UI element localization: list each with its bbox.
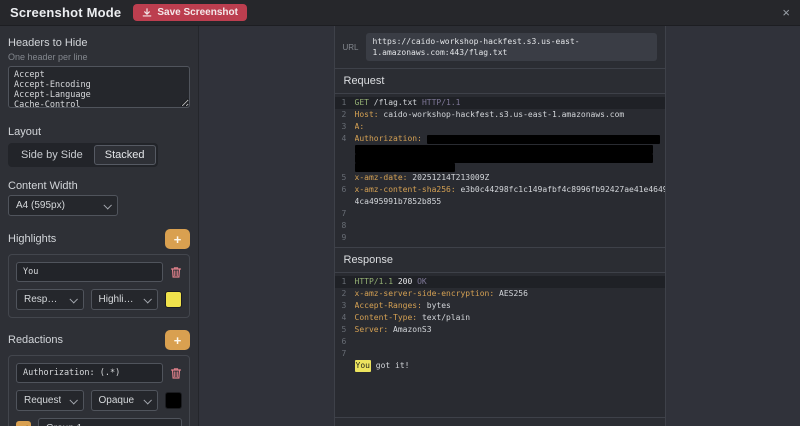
redaction-group-select[interactable]: Group 1 [38, 418, 182, 426]
content-area: Headers to Hide One header per line Acce… [0, 26, 800, 426]
request-line: 5 x-amz-date: 20251214T213009Z [335, 172, 665, 184]
url-row: URL https://caido-workshop-hackfest.s3.u… [335, 26, 665, 68]
highlight-style-value: Highlight [99, 294, 137, 305]
highlight-color-swatch[interactable] [165, 291, 182, 308]
screenshot-preview-area: URL https://caido-workshop-hackfest.s3.u… [199, 26, 800, 426]
url-value: https://caido-workshop-hackfest.s3.us-ea… [366, 33, 657, 61]
response-body-line: You got it! [335, 360, 665, 372]
page-title: Screenshot Mode [10, 5, 121, 20]
topbar: Screenshot Mode Save Screenshot × [0, 0, 800, 26]
delete-redaction-icon[interactable] [170, 367, 182, 380]
redaction-style-select[interactable]: Opaque [91, 390, 159, 411]
redactions-header: Redactions + [8, 330, 190, 350]
request-line: 4 Authorization: [335, 133, 665, 145]
chevron-down-icon [103, 201, 111, 209]
headers-to-hide-label: Headers to Hide [8, 37, 190, 49]
highlight-pattern-input[interactable] [16, 262, 163, 282]
request-line-wrap: 4ca495991b7852b855 [335, 196, 665, 208]
request-editor[interactable]: 1 GET /flag.txt HTTP/1.1 2 Host: caido-w… [335, 94, 665, 247]
chevron-down-icon [69, 295, 77, 303]
response-line: 5 Server: AmazonS3 [335, 324, 665, 336]
highlighted-match: You [355, 360, 371, 372]
redacted-bar [355, 145, 653, 154]
save-screenshot-button[interactable]: Save Screenshot [133, 4, 247, 21]
highlight-scope-select[interactable]: Response [16, 289, 84, 310]
content-width-select[interactable]: A4 (595px) [8, 195, 118, 216]
request-line: 8 [335, 220, 665, 232]
settings-sidebar: Headers to Hide One header per line Acce… [0, 26, 199, 426]
content-width-label: Content Width [8, 180, 190, 192]
highlights-header: Highlights + [8, 229, 190, 249]
headers-to-hide-textarea[interactable]: Accept Accept-Encoding Accept-Language C… [8, 66, 190, 108]
highlights-label: Highlights [8, 233, 56, 245]
response-line: 1 HTTP/1.1 200 OK [335, 276, 665, 288]
request-line-redacted [335, 163, 665, 172]
request-section-title: Request [335, 68, 665, 94]
request-line: 6 x-amz-content-sha256: e3b0c44298fc1c14… [335, 184, 665, 196]
redaction-pattern-input[interactable] [16, 363, 163, 383]
screenshot-document: URL https://caido-workshop-hackfest.s3.u… [334, 26, 666, 426]
response-line: 2 x-amz-server-side-encryption: AES256 [335, 288, 665, 300]
layout-option-stacked[interactable]: Stacked [94, 145, 156, 165]
request-line: 7 [335, 208, 665, 220]
highlight-scope-value: Response [24, 294, 62, 305]
request-line-redacted [335, 154, 665, 163]
request-line-redacted [335, 145, 665, 154]
redaction-scope-select[interactable]: Request [16, 390, 84, 411]
add-highlight-button[interactable]: + [165, 229, 190, 249]
close-icon[interactable]: × [782, 6, 790, 19]
chevron-down-icon [69, 396, 77, 404]
response-line: 7 [335, 348, 665, 360]
redacted-bar [355, 163, 455, 172]
layout-option-side-by-side[interactable]: Side by Side [10, 145, 94, 165]
chevron-down-icon [143, 396, 151, 404]
redaction-scope-value: Request [24, 395, 61, 406]
request-line: 1 GET /flag.txt HTTP/1.1 [335, 97, 665, 109]
redaction-style-value: Opaque [99, 395, 135, 406]
request-line: 3 A: [335, 121, 665, 133]
redactions-label: Redactions [8, 334, 63, 346]
highlight-style-select[interactable]: Highlight [91, 289, 159, 310]
headers-to-hide-sublabel: One header per line [8, 52, 190, 62]
layout-label: Layout [8, 126, 190, 138]
group-checkbox[interactable] [16, 421, 31, 426]
redaction-color-swatch[interactable] [165, 392, 182, 409]
redaction-rule-card: Request Opaque [8, 355, 190, 426]
response-section-title: Response [335, 247, 665, 273]
add-redaction-button[interactable]: + [165, 330, 190, 350]
content-width-value: A4 (595px) [16, 200, 65, 211]
response-line: 3 Accept-Ranges: bytes [335, 300, 665, 312]
chevron-down-icon [143, 295, 151, 303]
redacted-bar [355, 154, 653, 163]
request-line: 9 [335, 232, 665, 244]
download-icon [142, 8, 152, 18]
response-editor[interactable]: 1 HTTP/1.1 200 OK 2 x-amz-server-side-en… [335, 273, 665, 417]
redacted-bar [427, 135, 660, 144]
request-line: 2 Host: caido-workshop-hackfest.s3.us-ea… [335, 109, 665, 121]
document-footer-area [335, 417, 665, 426]
delete-highlight-icon[interactable] [170, 266, 182, 279]
layout-segmented-control: Side by Side Stacked [8, 143, 158, 167]
response-line: 4 Content-Type: text/plain [335, 312, 665, 324]
screenshot-mode-app: Screenshot Mode Save Screenshot × Header… [0, 0, 800, 426]
highlight-rule-card: Response Highlight [8, 254, 190, 318]
response-line: 6 [335, 336, 665, 348]
save-screenshot-label: Save Screenshot [157, 7, 238, 18]
url-label: URL [343, 43, 359, 52]
